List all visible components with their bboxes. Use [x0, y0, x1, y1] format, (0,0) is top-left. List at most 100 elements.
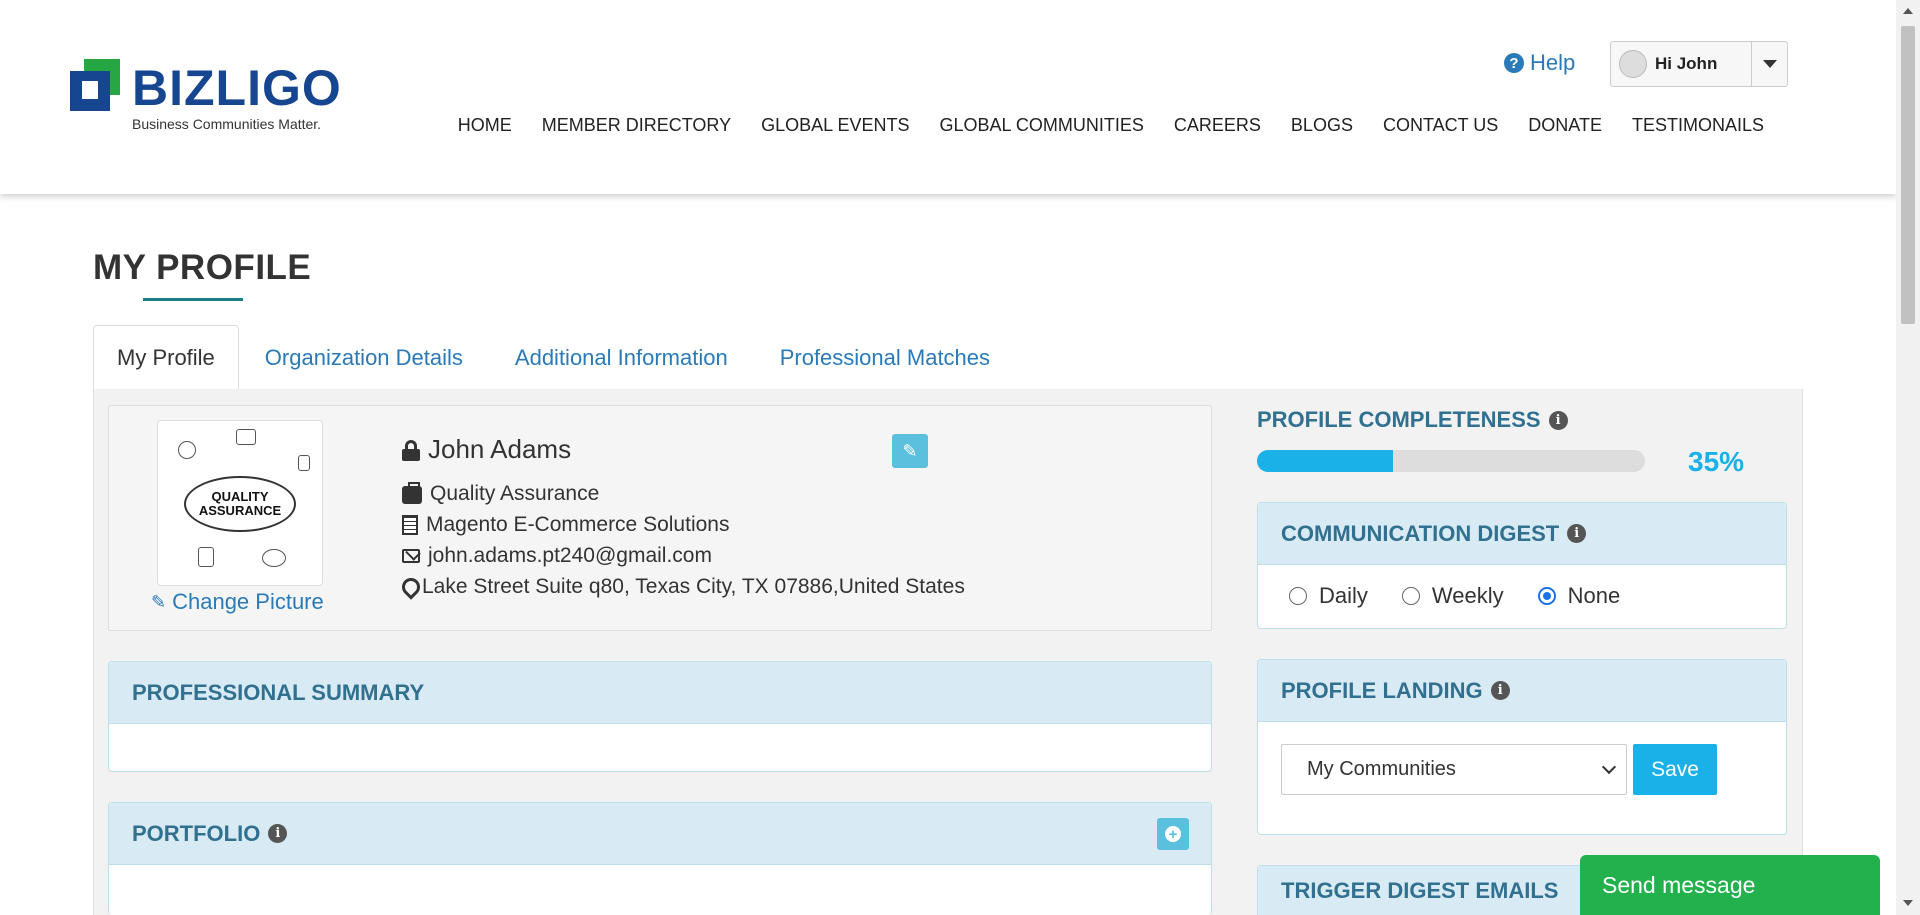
professional-summary-title: PROFESSIONAL SUMMARY: [132, 679, 425, 705]
tab-additional-information[interactable]: Additional Information: [489, 325, 754, 390]
chevron-down-icon: [1601, 759, 1617, 775]
send-message-button[interactable]: Send message: [1580, 855, 1880, 915]
question-circle-icon: ?: [1504, 53, 1524, 73]
email-text: john.adams.pt240@gmail.com: [428, 544, 712, 567]
radio-none[interactable]: [1537, 587, 1556, 605]
info-icon[interactable]: i: [268, 824, 288, 843]
bizligo-logo[interactable]: BIZLIGO Business Communities Matter.: [70, 57, 341, 133]
digest-option-label: Weekly: [1431, 583, 1504, 608]
digest-option-daily[interactable]: Daily: [1289, 583, 1368, 609]
logo-wordmark: BIZLIGO: [132, 60, 342, 116]
user-greeting-area[interactable]: Hi John: [1611, 42, 1751, 86]
digest-option-label: Daily: [1319, 583, 1368, 608]
chart-doodle-icon: [236, 429, 256, 445]
profile-completeness-fill: [1257, 450, 1393, 472]
profile-landing-select[interactable]: My Communities: [1281, 744, 1627, 795]
address-text: Lake Street Suite q80, Texas City, TX 07…: [422, 575, 965, 598]
tab-my-profile[interactable]: My Profile: [93, 325, 239, 391]
scroll-down-arrow-icon[interactable]: [1903, 900, 1913, 906]
nav-global-communities[interactable]: GLOBAL COMMUNITIES: [940, 115, 1144, 136]
profile-name: John Adams: [428, 434, 572, 464]
nav-donate[interactable]: DONATE: [1528, 115, 1602, 136]
avatar: [1619, 50, 1647, 78]
organization-row: Magento E-Commerce Solutions: [402, 513, 729, 537]
save-button[interactable]: Save: [1633, 744, 1717, 795]
info-icon[interactable]: i: [1490, 681, 1510, 700]
communication-digest-header: COMMUNICATION DIGEST i: [1258, 503, 1786, 565]
user-menu-button[interactable]: Hi John: [1610, 41, 1788, 87]
profile-tabs: My Profile Organization Details Addition…: [93, 325, 1803, 391]
nav-home[interactable]: HOME: [458, 115, 512, 136]
profile-name-row: John Adams: [402, 434, 571, 465]
professional-summary-panel: PROFESSIONAL SUMMARY: [108, 661, 1212, 772]
site-header: BIZLIGO Business Communities Matter. ? H…: [0, 0, 1896, 194]
building-icon: [402, 515, 418, 535]
designation-text: Quality Assurance: [430, 482, 600, 505]
email-row: john.adams.pt240@gmail.com: [402, 544, 712, 568]
clipboard-doodle-icon: [198, 547, 214, 567]
change-picture-link[interactable]: ✎ Change Picture: [151, 589, 324, 615]
digest-option-weekly[interactable]: Weekly: [1401, 583, 1504, 609]
profile-landing-panel: PROFILE LANDING i My Communities Save: [1257, 659, 1787, 835]
page-title: MY PROFILE: [93, 248, 312, 287]
help-label: Help: [1530, 50, 1576, 75]
nav-global-events[interactable]: GLOBAL EVENTS: [761, 115, 909, 136]
portfolio-title: PORTFOLIO: [132, 820, 261, 846]
trigger-digest-title: TRIGGER DIGEST EMAILS: [1281, 877, 1559, 903]
portfolio-panel: PORTFOLIO i +: [108, 802, 1212, 915]
profile-picture: QUALITY ASSURANCE: [157, 420, 323, 586]
profile-completeness-percent: 35%: [1688, 446, 1745, 477]
caret-down-icon: [1762, 60, 1777, 68]
nav-member-directory[interactable]: MEMBER DIRECTORY: [542, 115, 731, 136]
nav-testimonials[interactable]: TESTIMONAILS: [1632, 115, 1764, 136]
profile-card: QUALITY ASSURANCE ✎ Change Picture John …: [108, 405, 1212, 631]
tab-organization-details[interactable]: Organization Details: [239, 325, 489, 390]
page-scrollbar[interactable]: [1896, 0, 1920, 915]
plus-circle-icon: +: [1165, 826, 1181, 842]
nav-contact-us[interactable]: CONTACT US: [1383, 115, 1498, 136]
logo-tagline: Business Communities Matter.: [132, 116, 322, 132]
logo-mark-icon: [70, 59, 120, 111]
radio-weekly[interactable]: [1401, 587, 1420, 605]
edit-icon: ✎: [151, 591, 167, 612]
digest-options: Daily Weekly None: [1258, 565, 1786, 627]
communication-digest-panel: COMMUNICATION DIGEST i Daily Weekly None: [1257, 502, 1787, 629]
designation-row: Quality Assurance: [402, 482, 599, 506]
user-greeting: Hi John: [1655, 54, 1718, 73]
gear-doodle-icon: [298, 455, 310, 471]
edit-square-icon: ✎: [902, 440, 918, 461]
briefcase-icon: [402, 482, 422, 504]
profile-landing-title: PROFILE LANDING: [1281, 677, 1483, 703]
profile-completeness-label: PROFILE COMPLETENESS: [1257, 407, 1541, 432]
customer-doodle-icon: [262, 549, 286, 567]
add-portfolio-button[interactable]: +: [1157, 818, 1189, 850]
organization-text: Magento E-Commerce Solutions: [426, 513, 730, 536]
user-menu-toggle[interactable]: [1751, 42, 1787, 86]
scroll-thumb[interactable]: [1901, 26, 1915, 324]
profile-landing-header: PROFILE LANDING i: [1258, 660, 1786, 722]
radio-daily[interactable]: [1289, 587, 1307, 605]
portfolio-header: PORTFOLIO i: [109, 803, 1211, 865]
professional-summary-header: PROFESSIONAL SUMMARY: [109, 662, 1211, 724]
quality-assurance-cloud: QUALITY ASSURANCE: [184, 476, 296, 532]
title-underline: [143, 298, 243, 301]
info-icon[interactable]: i: [1548, 410, 1568, 430]
help-link[interactable]: ? Help: [1504, 50, 1575, 76]
profile-completeness-bar: [1257, 450, 1645, 472]
digest-option-none[interactable]: None: [1537, 583, 1621, 609]
scroll-up-arrow-icon[interactable]: [1903, 8, 1913, 14]
nav-blogs[interactable]: BLOGS: [1291, 115, 1353, 136]
digest-option-label: None: [1567, 583, 1621, 608]
tab-professional-matches[interactable]: Professional Matches: [754, 325, 1016, 390]
address-row: Lake Street Suite q80, Texas City, TX 07…: [402, 575, 965, 599]
communication-digest-title: COMMUNICATION DIGEST: [1281, 520, 1560, 546]
lock-icon: [402, 439, 420, 461]
main-nav: HOME MEMBER DIRECTORY GLOBAL EVENTS GLOB…: [458, 115, 1764, 136]
envelope-icon: [402, 549, 420, 563]
person-doodle-icon: [178, 441, 196, 459]
change-picture-label: Change Picture: [172, 589, 324, 614]
nav-careers[interactable]: CAREERS: [1174, 115, 1261, 136]
edit-profile-button[interactable]: ✎: [892, 434, 928, 468]
info-icon[interactable]: i: [1567, 524, 1587, 543]
profile-completeness-heading: PROFILE COMPLETENESS i: [1257, 407, 1568, 433]
